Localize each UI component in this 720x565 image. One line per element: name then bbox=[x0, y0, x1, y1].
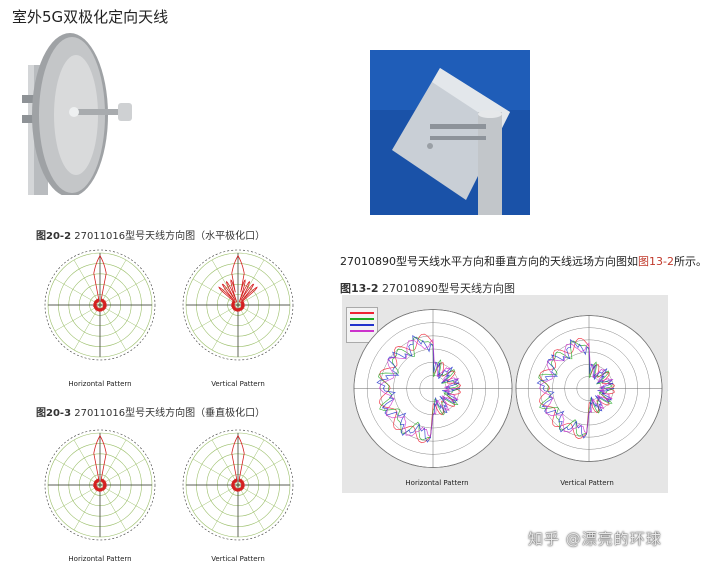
watermark: 知乎 @漂亮的环球 bbox=[528, 530, 662, 548]
polar-plot-vertical-vpol bbox=[182, 429, 294, 541]
figure-text: 27010890型号天线方向图 bbox=[382, 282, 516, 295]
figure-13-2-caption: 图13-2 27010890型号天线方向图 bbox=[340, 280, 515, 296]
figure-text: 27011016型号天线方向图（垂直极化口） bbox=[74, 408, 266, 419]
figure-20-3-caption: 图20-3 27011016型号天线方向图（垂直极化口） bbox=[36, 404, 265, 419]
plot-caption: Vertical Pattern bbox=[211, 380, 265, 388]
panel-antenna-photo bbox=[370, 50, 530, 215]
paragraph-text: 所示。 bbox=[673, 255, 707, 268]
figure-link[interactable]: 图13-2 bbox=[638, 255, 674, 268]
dish-antenna-photo bbox=[10, 25, 145, 195]
plot-caption: Horizontal Pattern bbox=[405, 479, 469, 487]
polar-plot-vertical-13-2 bbox=[515, 315, 663, 462]
plot-caption: Horizontal Pattern bbox=[68, 380, 132, 388]
paragraph-text: 27010890型号天线水平方向和垂直方向的天线远场方向图如 bbox=[340, 255, 638, 268]
figure-label: 图13-2 bbox=[340, 282, 379, 295]
figure-13-2-panel: Horizontal Pattern Vertical Pattern bbox=[342, 295, 668, 493]
plot-caption: Vertical Pattern bbox=[560, 479, 614, 487]
plot-caption: Horizontal Pattern bbox=[68, 555, 132, 563]
figure-text: 27011016型号天线方向图（水平极化口） bbox=[74, 231, 266, 242]
figure-label: 图20-2 bbox=[36, 231, 72, 242]
polar-plot-horizontal-13-2 bbox=[353, 309, 513, 468]
polar-plot-vertical-hpol bbox=[182, 249, 294, 361]
description-paragraph: 27010890型号天线水平方向和垂直方向的天线远场方向图如图13-2所示。 bbox=[340, 253, 707, 269]
polar-plot-horizontal-hpol bbox=[44, 249, 156, 361]
polar-plot-horizontal-vpol bbox=[44, 429, 156, 541]
figure-label: 图20-3 bbox=[36, 408, 72, 419]
page-title: 室外5G双极化定向天线 bbox=[12, 8, 169, 26]
figure-20-2-caption: 图20-2 27011016型号天线方向图（水平极化口） bbox=[36, 227, 265, 242]
plot-caption: Vertical Pattern bbox=[211, 555, 265, 563]
